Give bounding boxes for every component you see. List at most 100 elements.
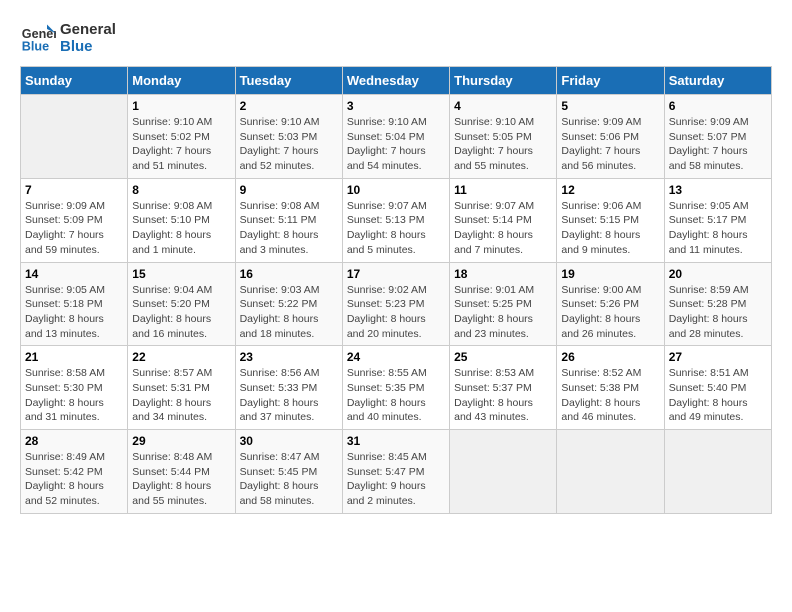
calendar-cell: 23 Sunrise: 8:56 AM Sunset: 5:33 PM Dayli… — [235, 346, 342, 430]
day-info: Sunrise: 9:05 AM Sunset: 5:17 PM Dayligh… — [669, 199, 767, 258]
calendar-cell: 14Sunrise: 9:05 AM Sunset: 5:18 PM Dayli… — [21, 262, 128, 346]
calendar-cell: 27 Sunrise: 8:51 AM Sunset: 5:40 PM Dayli… — [664, 346, 771, 430]
day-info: Sunrise: 8:53 AM Sunset: 5:37 PM Dayligh… — [454, 366, 552, 425]
calendar-cell — [21, 95, 128, 179]
day-number: 25 — [454, 350, 552, 364]
calendar-cell: 7Sunrise: 9:09 AM Sunset: 5:09 PM Daylig… — [21, 178, 128, 262]
calendar-cell: 15 Sunrise: 9:04 AM Sunset: 5:20 PM Dayli… — [128, 262, 235, 346]
calendar-cell: 16 Sunrise: 9:03 AM Sunset: 5:22 PM Dayli… — [235, 262, 342, 346]
day-number: 28 — [25, 434, 123, 448]
day-number: 22 — [132, 350, 230, 364]
calendar-cell — [450, 430, 557, 514]
day-info: Sunrise: 9:10 AM Sunset: 5:04 PM Dayligh… — [347, 115, 445, 174]
calendar-cell: 31 Sunrise: 8:45 AM Sunset: 5:47 PM Dayli… — [342, 430, 449, 514]
weekday-header-tuesday: Tuesday — [235, 67, 342, 95]
day-number: 13 — [669, 183, 767, 197]
calendar-cell: 5 Sunrise: 9:09 AM Sunset: 5:06 PM Daylig… — [557, 95, 664, 179]
week-row-4: 21 Sunrise: 8:58 AM Sunset: 5:30 PM Dayli… — [21, 346, 772, 430]
day-number: 20 — [669, 267, 767, 281]
day-number: 31 — [347, 434, 445, 448]
day-number: 16 — [240, 267, 338, 281]
day-info: Sunrise: 9:08 AM Sunset: 5:11 PM Dayligh… — [240, 199, 338, 258]
day-info: Sunrise: 9:03 AM Sunset: 5:22 PM Dayligh… — [240, 283, 338, 342]
day-info: Sunrise: 9:10 AM Sunset: 5:02 PM Dayligh… — [132, 115, 230, 174]
day-info: Sunrise: 8:48 AM Sunset: 5:44 PM Dayligh… — [132, 450, 230, 509]
day-info: Sunrise: 8:57 AM Sunset: 5:31 PM Dayligh… — [132, 366, 230, 425]
week-row-3: 14Sunrise: 9:05 AM Sunset: 5:18 PM Dayli… — [21, 262, 772, 346]
logo: General Blue General Blue — [20, 20, 116, 56]
calendar-cell: 26 Sunrise: 8:52 AM Sunset: 5:38 PM Dayli… — [557, 346, 664, 430]
weekday-header-row: SundayMondayTuesdayWednesdayThursdayFrid… — [21, 67, 772, 95]
day-info: Sunrise: 9:09 AM Sunset: 5:06 PM Dayligh… — [561, 115, 659, 174]
page-header: General Blue General Blue — [20, 20, 772, 56]
day-info: Sunrise: 9:08 AM Sunset: 5:10 PM Dayligh… — [132, 199, 230, 258]
weekday-header-wednesday: Wednesday — [342, 67, 449, 95]
calendar-cell — [557, 430, 664, 514]
day-number: 29 — [132, 434, 230, 448]
calendar-cell: 20 Sunrise: 8:59 AM Sunset: 5:28 PM Dayli… — [664, 262, 771, 346]
day-info: Sunrise: 8:47 AM Sunset: 5:45 PM Dayligh… — [240, 450, 338, 509]
weekday-header-friday: Friday — [557, 67, 664, 95]
calendar-cell: 30Sunrise: 8:47 AM Sunset: 5:45 PM Dayli… — [235, 430, 342, 514]
day-info: Sunrise: 9:01 AM Sunset: 5:25 PM Dayligh… — [454, 283, 552, 342]
day-number: 11 — [454, 183, 552, 197]
day-number: 26 — [561, 350, 659, 364]
logo-text-general: General — [60, 21, 116, 38]
day-info: Sunrise: 8:59 AM Sunset: 5:28 PM Dayligh… — [669, 283, 767, 342]
calendar-cell: 11 Sunrise: 9:07 AM Sunset: 5:14 PM Dayli… — [450, 178, 557, 262]
day-number: 10 — [347, 183, 445, 197]
svg-text:Blue: Blue — [22, 40, 49, 54]
calendar-cell: 8 Sunrise: 9:08 AM Sunset: 5:10 PM Daylig… — [128, 178, 235, 262]
day-number: 4 — [454, 99, 552, 113]
week-row-1: 1 Sunrise: 9:10 AM Sunset: 5:02 PM Daylig… — [21, 95, 772, 179]
day-info: Sunrise: 8:51 AM Sunset: 5:40 PM Dayligh… — [669, 366, 767, 425]
day-info: Sunrise: 9:10 AM Sunset: 5:05 PM Dayligh… — [454, 115, 552, 174]
day-info: Sunrise: 9:02 AM Sunset: 5:23 PM Dayligh… — [347, 283, 445, 342]
day-number: 24 — [347, 350, 445, 364]
day-info: Sunrise: 9:10 AM Sunset: 5:03 PM Dayligh… — [240, 115, 338, 174]
calendar-cell: 18 Sunrise: 9:01 AM Sunset: 5:25 PM Dayli… — [450, 262, 557, 346]
week-row-5: 28 Sunrise: 8:49 AM Sunset: 5:42 PM Dayli… — [21, 430, 772, 514]
day-info: Sunrise: 9:06 AM Sunset: 5:15 PM Dayligh… — [561, 199, 659, 258]
weekday-header-thursday: Thursday — [450, 67, 557, 95]
logo-text-blue: Blue — [60, 38, 116, 55]
day-info: Sunrise: 9:04 AM Sunset: 5:20 PM Dayligh… — [132, 283, 230, 342]
calendar-cell: 28 Sunrise: 8:49 AM Sunset: 5:42 PM Dayli… — [21, 430, 128, 514]
day-info: Sunrise: 8:49 AM Sunset: 5:42 PM Dayligh… — [25, 450, 123, 509]
day-info: Sunrise: 9:07 AM Sunset: 5:13 PM Dayligh… — [347, 199, 445, 258]
day-info: Sunrise: 8:56 AM Sunset: 5:33 PM Dayligh… — [240, 366, 338, 425]
day-number: 9 — [240, 183, 338, 197]
day-number: 21 — [25, 350, 123, 364]
calendar-cell: 29 Sunrise: 8:48 AM Sunset: 5:44 PM Dayli… — [128, 430, 235, 514]
day-info: Sunrise: 9:07 AM Sunset: 5:14 PM Dayligh… — [454, 199, 552, 258]
day-number: 15 — [132, 267, 230, 281]
day-number: 19 — [561, 267, 659, 281]
day-info: Sunrise: 8:45 AM Sunset: 5:47 PM Dayligh… — [347, 450, 445, 509]
weekday-header-sunday: Sunday — [21, 67, 128, 95]
week-row-2: 7Sunrise: 9:09 AM Sunset: 5:09 PM Daylig… — [21, 178, 772, 262]
day-number: 27 — [669, 350, 767, 364]
day-number: 6 — [669, 99, 767, 113]
day-number: 23 — [240, 350, 338, 364]
day-number: 1 — [132, 99, 230, 113]
logo-icon: General Blue — [20, 20, 56, 56]
day-info: Sunrise: 8:52 AM Sunset: 5:38 PM Dayligh… — [561, 366, 659, 425]
calendar-cell: 12 Sunrise: 9:06 AM Sunset: 5:15 PM Dayli… — [557, 178, 664, 262]
day-info: Sunrise: 9:09 AM Sunset: 5:09 PM Dayligh… — [25, 199, 123, 258]
calendar-cell: 19 Sunrise: 9:00 AM Sunset: 5:26 PM Dayli… — [557, 262, 664, 346]
day-number: 8 — [132, 183, 230, 197]
day-number: 18 — [454, 267, 552, 281]
calendar-cell: 21 Sunrise: 8:58 AM Sunset: 5:30 PM Dayli… — [21, 346, 128, 430]
day-info: Sunrise: 8:55 AM Sunset: 5:35 PM Dayligh… — [347, 366, 445, 425]
calendar-cell: 25 Sunrise: 8:53 AM Sunset: 5:37 PM Dayli… — [450, 346, 557, 430]
day-info: Sunrise: 9:00 AM Sunset: 5:26 PM Dayligh… — [561, 283, 659, 342]
calendar-cell: 6Sunrise: 9:09 AM Sunset: 5:07 PM Daylig… — [664, 95, 771, 179]
day-info: Sunrise: 8:58 AM Sunset: 5:30 PM Dayligh… — [25, 366, 123, 425]
calendar-table: SundayMondayTuesdayWednesdayThursdayFrid… — [20, 66, 772, 514]
day-number: 2 — [240, 99, 338, 113]
day-number: 12 — [561, 183, 659, 197]
calendar-cell: 10 Sunrise: 9:07 AM Sunset: 5:13 PM Dayli… — [342, 178, 449, 262]
day-number: 5 — [561, 99, 659, 113]
calendar-cell: 9 Sunrise: 9:08 AM Sunset: 5:11 PM Daylig… — [235, 178, 342, 262]
calendar-cell: 24 Sunrise: 8:55 AM Sunset: 5:35 PM Dayli… — [342, 346, 449, 430]
